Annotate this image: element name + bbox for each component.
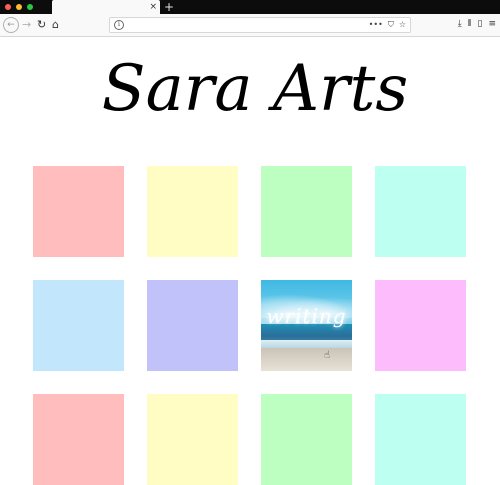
gallery-tile[interactable]	[33, 394, 124, 485]
browser-tab-bar: × +	[0, 0, 500, 14]
beach-photo-surf	[261, 340, 352, 348]
pocket-icon[interactable]: ⛉	[388, 18, 394, 32]
window-close-icon[interactable]	[5, 4, 11, 10]
gallery-tile[interactable]	[147, 280, 238, 371]
sidebar-icon[interactable]: ▯	[478, 17, 483, 31]
beach-photo-sand	[261, 348, 352, 371]
pointer-cursor-icon: ☝	[324, 350, 331, 361]
browser-toolbar: ← → ↻ ⌂ i ••• ⛉ ☆ ⤓ ⫴ ▯ ≡	[0, 14, 500, 37]
url-actions: ••• ⛉ ☆	[369, 18, 406, 32]
gallery-tile[interactable]	[375, 280, 466, 371]
window-minimize-icon[interactable]	[16, 4, 22, 10]
address-bar[interactable]: i ••• ⛉ ☆	[109, 17, 411, 33]
library-icon[interactable]: ⫴	[468, 17, 472, 31]
tile-caption: writing	[266, 304, 347, 328]
site-title: Sara Arts	[0, 48, 500, 138]
forward-button[interactable]: →	[22, 16, 31, 34]
gallery-tile-writing[interactable]: writing ☝	[261, 280, 352, 371]
window-maximize-icon[interactable]	[27, 4, 33, 10]
gallery-grid: writing ☝	[33, 166, 466, 485]
gallery-tile[interactable]	[375, 394, 466, 485]
gallery-tile[interactable]	[261, 394, 352, 485]
reload-button[interactable]: ↻	[37, 16, 46, 34]
back-button[interactable]: ←	[3, 17, 19, 33]
gallery-tile[interactable]	[147, 394, 238, 485]
gallery-tile[interactable]	[33, 166, 124, 257]
new-tab-button[interactable]: +	[164, 0, 174, 14]
gallery-tile[interactable]	[261, 166, 352, 257]
more-icon[interactable]: •••	[369, 18, 383, 32]
toolbar-right-actions: ⤓ ⫴ ▯ ≡	[458, 17, 496, 31]
downloads-icon[interactable]: ⤓	[458, 17, 462, 31]
site-title-text: Sara Arts	[102, 52, 408, 126]
site-info-icon[interactable]: i	[114, 20, 124, 30]
menu-icon[interactable]: ≡	[488, 17, 496, 31]
gallery-tile[interactable]	[375, 166, 466, 257]
bookmark-star-icon[interactable]: ☆	[399, 18, 406, 32]
tab-close-icon[interactable]: ×	[149, 0, 157, 14]
home-button[interactable]: ⌂	[52, 16, 59, 34]
browser-tab-active[interactable]: ×	[52, 0, 160, 14]
gallery-tile[interactable]	[33, 280, 124, 371]
gallery-tile[interactable]	[147, 166, 238, 257]
